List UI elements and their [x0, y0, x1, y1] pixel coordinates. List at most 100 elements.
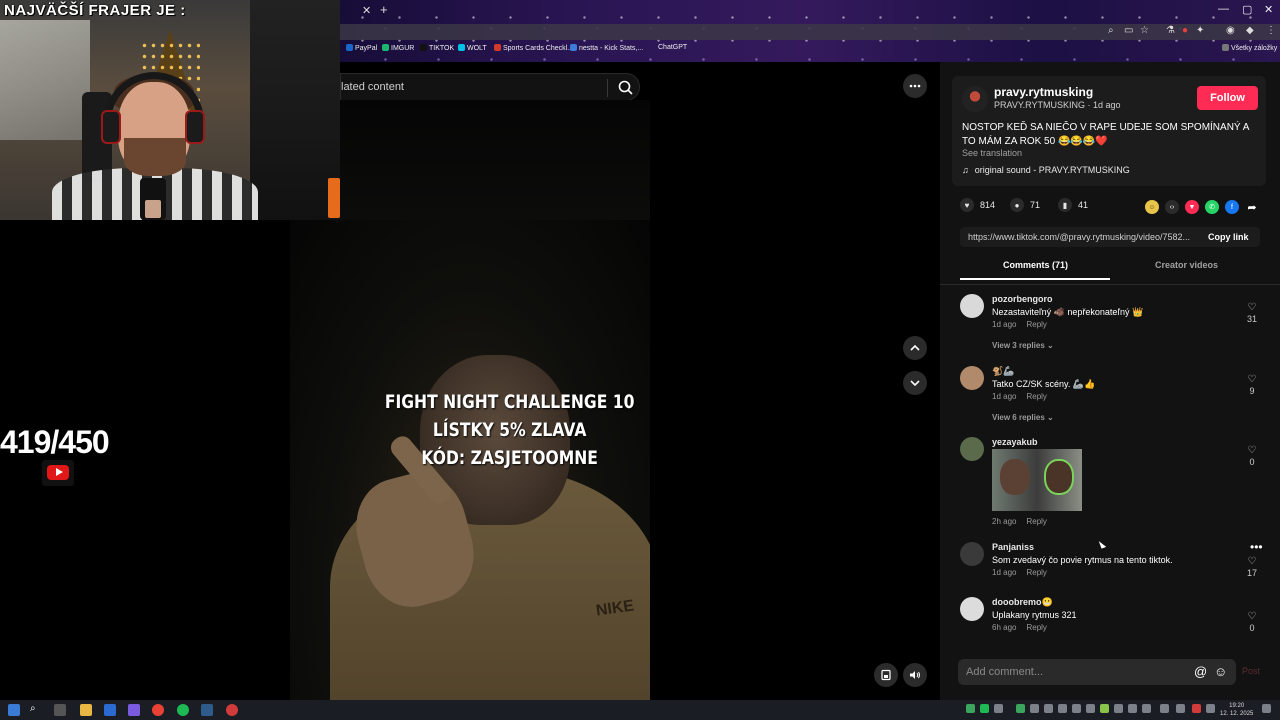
search-input[interactable]: lated content [341, 81, 404, 93]
search-icon[interactable] [617, 79, 635, 97]
bookmark-star-icon[interactable]: ☆ [1140, 25, 1149, 36]
discord-icon[interactable] [128, 704, 140, 716]
previous-video-button[interactable] [903, 336, 927, 360]
tray-icon[interactable] [1160, 704, 1169, 713]
comment-username[interactable]: pozorbengoro [992, 294, 1053, 304]
tray-icon[interactable] [1030, 704, 1039, 713]
tray-icon[interactable] [1044, 704, 1053, 713]
zoom-icon[interactable]: ⌕ [1108, 25, 1114, 36]
steam-icon[interactable] [201, 704, 213, 716]
profile-icon[interactable]: ◉ [1226, 25, 1235, 36]
extension-icon[interactable]: ⚗ [1166, 25, 1175, 36]
commenter-avatar[interactable] [960, 366, 984, 390]
bookmark-imgur[interactable]: IMGUR [382, 44, 414, 52]
comment-input[interactable] [958, 659, 1188, 685]
windows-start-icon[interactable] [8, 704, 20, 716]
tab-comments[interactable]: Comments (71) [1003, 260, 1068, 270]
system-clock[interactable]: 19:20 12. 12. 2025 [1220, 702, 1253, 718]
volume-tray-icon[interactable] [1192, 704, 1201, 713]
next-video-button[interactable] [903, 371, 927, 395]
comment-like-button[interactable]: ♡ 17 [1244, 556, 1260, 578]
address-bar[interactable]: ⌕ ▭ ☆ ⚗ ● ✦ ◉ ◆ ⋮ [340, 24, 1280, 40]
more-options-button[interactable] [903, 74, 927, 98]
spotify-icon[interactable] [177, 704, 189, 716]
reply-button[interactable]: Reply [1026, 392, 1046, 401]
pip-button[interactable] [874, 663, 898, 687]
author-name[interactable]: pravy.rytmusking [994, 85, 1093, 99]
search-bar[interactable]: lated content [340, 73, 640, 101]
minimize-icon[interactable]: — [1218, 3, 1229, 15]
obs-icon[interactable] [226, 704, 238, 716]
mention-icon[interactable]: @ [1194, 664, 1207, 679]
whatsapp-icon[interactable]: ✆ [1205, 200, 1219, 214]
reply-button[interactable]: Reply [1026, 623, 1046, 632]
tray-icon[interactable] [1114, 704, 1123, 713]
reply-button[interactable]: Reply [1026, 517, 1046, 526]
view-replies-button[interactable]: View 6 replies ⌄ [992, 413, 1054, 422]
comment-stat[interactable]: ● 71 [1010, 198, 1040, 212]
tray-icon[interactable] [1086, 704, 1095, 713]
task-view-icon[interactable] [54, 704, 66, 716]
commenter-avatar[interactable] [960, 294, 984, 318]
bookmark-wolt[interactable]: WOLT [458, 44, 487, 52]
bookmark-tiktok[interactable]: TIKTOK [420, 44, 454, 52]
search-taskbar-icon[interactable]: ⌕ [30, 703, 42, 715]
volume-button[interactable] [903, 663, 927, 687]
reply-button[interactable]: Reply [1026, 320, 1046, 329]
video-player[interactable]: NIKE FIGHT NIGHT CHALLENGE 10 LÍSTKY 5% … [290, 220, 650, 700]
extension-red2-icon[interactable]: ◆ [1246, 25, 1254, 36]
share-arrow-icon[interactable]: ➦ [1245, 200, 1259, 214]
notifications-icon[interactable] [1262, 704, 1271, 713]
video-link[interactable]: https://www.tiktok.com/@pravy.rytmusking… [968, 232, 1200, 242]
bookmark-kick-stats[interactable]: nestta - Kick Stats,... [570, 44, 643, 52]
language-icon[interactable] [1206, 704, 1215, 713]
post-comment-button[interactable]: Post [1242, 666, 1260, 676]
new-tab-icon[interactable]: + [380, 2, 388, 17]
comment-like-button[interactable]: ♡ 31 [1244, 302, 1260, 324]
comment-more-icon[interactable]: ••• [1250, 540, 1263, 554]
bookmark-all[interactable]: Všetky záložky [1222, 44, 1277, 52]
bookmark-chatgpt[interactable]: ChatGPT [658, 44, 687, 51]
view-replies-button[interactable]: View 3 replies ⌄ [992, 341, 1054, 350]
follow-button[interactable]: Follow [1197, 86, 1258, 110]
tray-icon[interactable] [966, 704, 975, 713]
tray-icon[interactable] [980, 704, 989, 713]
copy-link-button[interactable]: Copy link [1208, 232, 1249, 242]
save-stat[interactable]: ▮ 41 [1058, 198, 1088, 212]
see-translation-link[interactable]: See translation [962, 148, 1022, 158]
comment-username[interactable]: yezayakub [992, 437, 1038, 447]
repost-icon[interactable]: ☺ [1145, 200, 1159, 214]
file-explorer-icon[interactable] [80, 704, 92, 716]
tray-icon[interactable] [1100, 704, 1109, 713]
emoji-icon[interactable]: ☺ [1214, 664, 1227, 679]
bookmark-sports-cards[interactable]: Sports Cards Checkl... [494, 44, 573, 52]
comment-username[interactable]: Panjaniss [992, 542, 1034, 552]
comment-username[interactable]: dooobremo😬 [992, 597, 1053, 608]
close-window-icon[interactable]: ✕ [1264, 3, 1273, 16]
comment-username[interactable]: 🐒🦾 [992, 366, 1014, 377]
comment-like-button[interactable]: ♡ 0 [1244, 445, 1260, 467]
sound-link[interactable]: ♫ original sound - PRAVY.RYTMUSKING [962, 165, 1130, 175]
author-avatar[interactable] [962, 86, 988, 112]
extension-red-icon[interactable]: ● [1182, 25, 1188, 36]
install-icon[interactable]: ▭ [1124, 25, 1133, 36]
facebook-icon[interactable]: f [1225, 200, 1239, 214]
embed-icon[interactable]: ‹› [1165, 200, 1179, 214]
reply-button[interactable]: Reply [1026, 568, 1046, 577]
maximize-icon[interactable]: ▢ [1242, 3, 1252, 16]
tray-icon[interactable] [1016, 704, 1025, 713]
wifi-icon[interactable] [1176, 704, 1185, 713]
commenter-avatar[interactable] [960, 437, 984, 461]
bookmark-paypal[interactable]: PayPal [346, 44, 377, 52]
chrome-icon[interactable] [152, 704, 164, 716]
like-stat[interactable]: ♥ 814 [960, 198, 995, 212]
tab-creator-videos[interactable]: Creator videos [1155, 260, 1218, 270]
close-tab-icon[interactable]: ✕ [362, 4, 371, 17]
comment-like-button[interactable]: ♡ 0 [1244, 611, 1260, 633]
tray-icon[interactable] [1142, 704, 1151, 713]
extensions-puzzle-icon[interactable]: ✦ [1196, 25, 1204, 36]
commenter-avatar[interactable] [960, 542, 984, 566]
tray-icon[interactable] [994, 704, 1003, 713]
tray-icon[interactable] [1058, 704, 1067, 713]
send-to-friends-icon[interactable]: ▼ [1185, 200, 1199, 214]
